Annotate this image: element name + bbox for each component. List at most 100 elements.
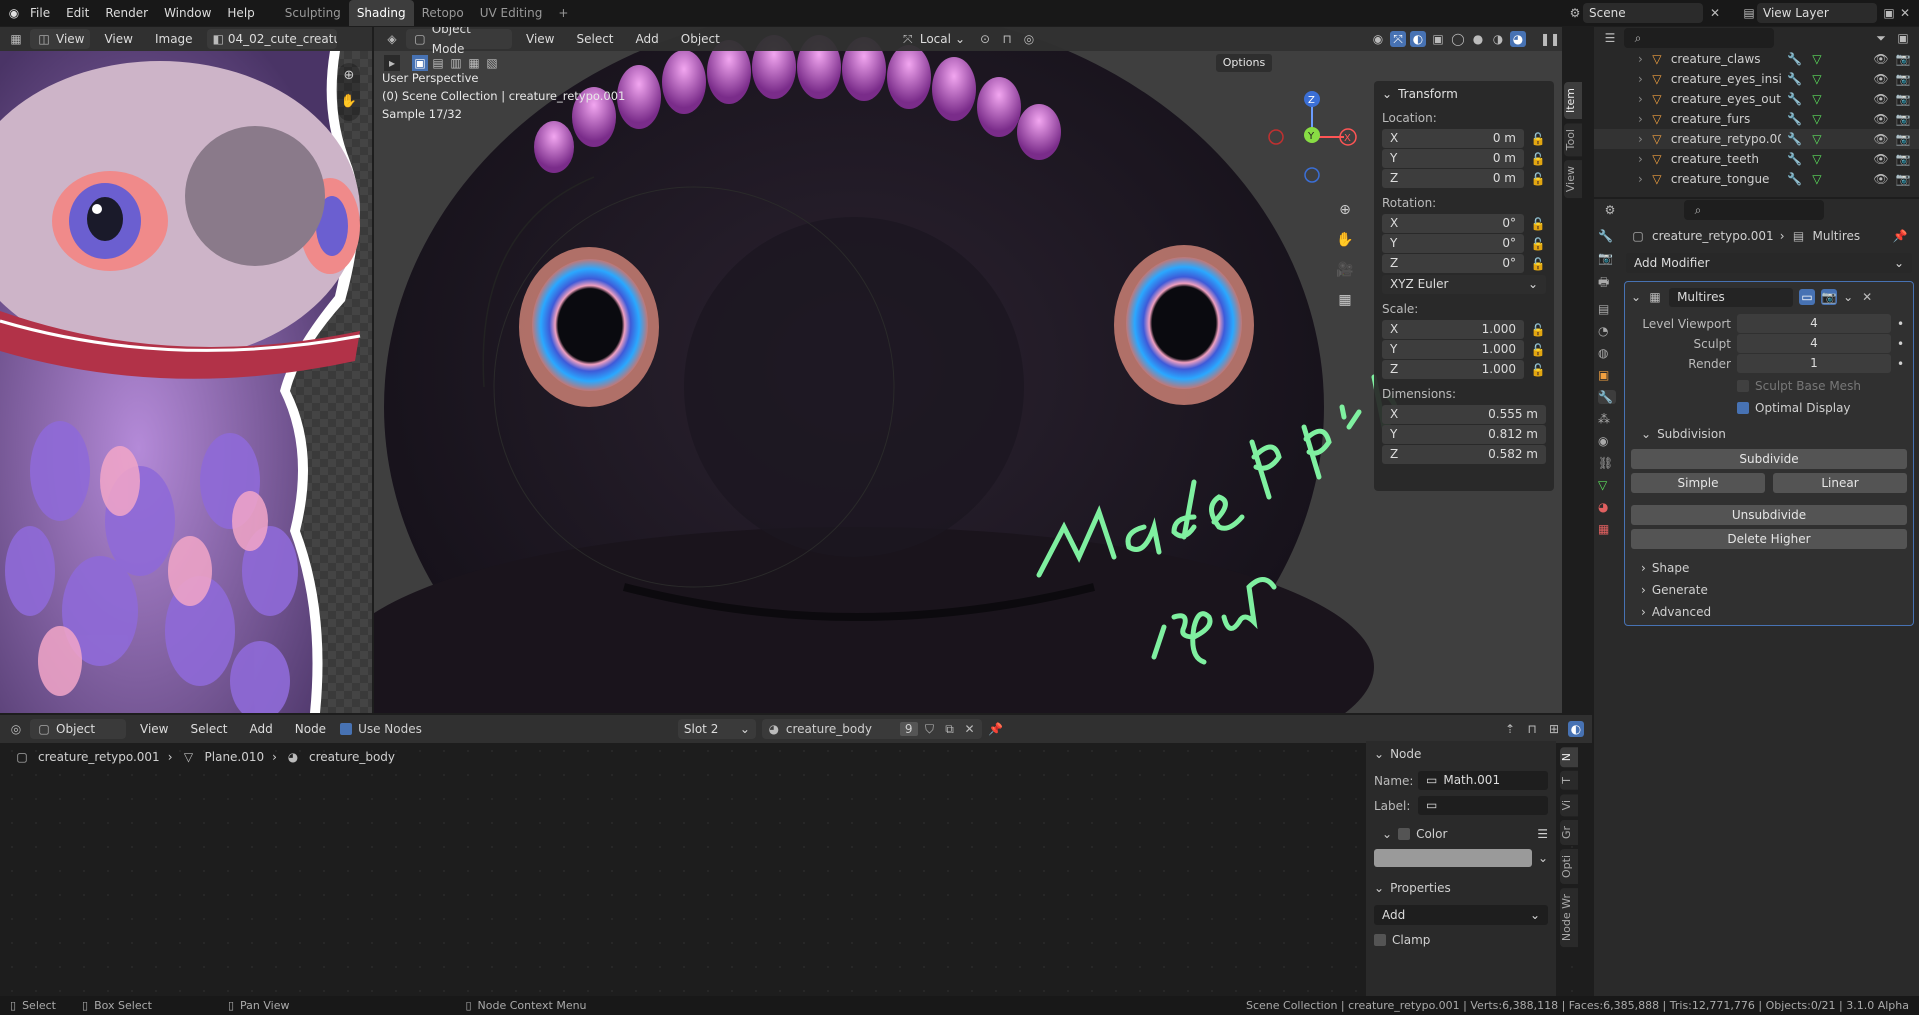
transform-orientation-dropdown[interactable]: ⤧ Local ⌄	[894, 29, 971, 49]
location-y-field[interactable]: Y 0 m	[1382, 149, 1524, 168]
viewport-menu-view[interactable]: View	[518, 27, 562, 52]
new-layer-icon[interactable]: ▣	[1881, 5, 1897, 21]
rotation-y-field[interactable]: Y 0°	[1382, 234, 1524, 253]
tab-node-wrangler[interactable]: Node Wr	[1560, 888, 1578, 948]
pan-hand-icon[interactable]: ✋	[338, 89, 360, 115]
duplicate-icon[interactable]: ⧉	[942, 721, 958, 737]
add-workspace-button[interactable]: +	[550, 0, 576, 26]
lock-icon[interactable]: 🔓	[1530, 322, 1546, 338]
proportional-edit-icon[interactable]: ◎	[1021, 31, 1037, 47]
outliner-row[interactable]: › ▽ creature_claws 🔧 ▽ 👁 📷	[1594, 49, 1919, 69]
lock-icon[interactable]: 🔓	[1530, 216, 1546, 232]
menu-file[interactable]: File	[22, 0, 58, 26]
keyframe-dot-icon[interactable]: •	[1897, 317, 1907, 331]
math-operation-dropdown[interactable]: Add ⌄	[1374, 905, 1548, 925]
chevron-right-icon[interactable]: ›	[1641, 583, 1646, 597]
close-icon[interactable]: ✕	[962, 721, 978, 737]
chevron-down-icon[interactable]: ⌄	[1382, 827, 1392, 841]
keyframe-dot-icon[interactable]: •	[1897, 357, 1907, 371]
node-menu-node[interactable]: Node	[287, 716, 334, 742]
properties-search[interactable]: ⌕	[1684, 200, 1824, 220]
view-mode-dropdown[interactable]: ◫ View	[30, 29, 91, 49]
pin-icon[interactable]: 📌	[1892, 228, 1908, 244]
lock-icon[interactable]: 🔓	[1530, 131, 1546, 147]
tab-options[interactable]: Opti	[1560, 849, 1578, 885]
fake-user-icon[interactable]: ⛉	[922, 721, 938, 737]
visibility-icon[interactable]: ◉	[1370, 31, 1386, 47]
world-tab-icon[interactable]: ◍	[1598, 346, 1616, 360]
tab-tool[interactable]: T	[1560, 771, 1578, 790]
editor-type-icon[interactable]: ◈	[384, 31, 400, 47]
node-menu-select[interactable]: Select	[182, 716, 235, 742]
shading-rendered-icon[interactable]: ◕	[1510, 31, 1526, 47]
node-color-checkbox[interactable]	[1398, 828, 1411, 840]
tab-view[interactable]: Vi	[1560, 793, 1578, 817]
node-label-field[interactable]: ▭	[1418, 796, 1548, 815]
camera-icon[interactable]: 📷	[1895, 111, 1911, 127]
chevron-down-icon[interactable]: ⌄	[1374, 881, 1384, 895]
camera-icon[interactable]: 📷	[1895, 71, 1911, 87]
scene-selector[interactable]: Scene	[1583, 3, 1703, 23]
node-color-swatch[interactable]	[1374, 849, 1532, 867]
data-tab-icon[interactable]: ▽	[1598, 478, 1616, 492]
subdivision-header[interactable]: Subdivision	[1657, 427, 1726, 441]
filter-icon[interactable]: ⏷	[1873, 30, 1889, 46]
gizmo-toggle-icon[interactable]: ⤧	[1390, 31, 1406, 47]
rotation-mode-dropdown[interactable]: XYZ Euler ⌄	[1382, 275, 1546, 294]
add-modifier-dropdown[interactable]: Add Modifier ⌄	[1626, 253, 1912, 273]
shape-header[interactable]: Shape	[1652, 561, 1690, 575]
shader-editor[interactable]: ◎ ▢ Object View Select Add Node Use Nodes…	[0, 715, 1592, 996]
editor-type-icon[interactable]: ▦	[8, 31, 24, 47]
options-button[interactable]: Options	[1216, 54, 1272, 72]
dimensions-z-field[interactable]: Z 0.582 m	[1382, 445, 1546, 464]
clamp-checkbox[interactable]	[1374, 934, 1386, 946]
delete-higher-button[interactable]: Delete Higher	[1631, 529, 1907, 549]
tab-sculpting[interactable]: Sculpting	[277, 0, 349, 26]
modifier-name-field[interactable]: Multires	[1669, 287, 1794, 307]
show-render-icon[interactable]: 📷	[1821, 289, 1838, 305]
viewport-menu-add[interactable]: Add	[628, 27, 667, 52]
tab-node[interactable]: N	[1560, 747, 1578, 768]
camera-icon[interactable]: 📷	[1895, 131, 1911, 147]
remove-layer-icon[interactable]: ✕	[1897, 5, 1913, 21]
use-nodes-checkbox[interactable]	[340, 723, 353, 735]
tab-retopo[interactable]: Retopo	[414, 0, 472, 26]
eye-icon[interactable]: 👁	[1873, 171, 1889, 187]
node-menu-view[interactable]: View	[132, 716, 176, 742]
outliner-row[interactable]: › ▽ creature_furs 🔧 ▽ 👁 📷	[1594, 109, 1919, 129]
render-level-field[interactable]: 1	[1737, 354, 1891, 373]
tab-group[interactable]: Gr	[1560, 820, 1578, 846]
rotation-x-field[interactable]: X 0°	[1382, 214, 1524, 233]
chevron-right-icon[interactable]: ›	[1638, 72, 1643, 86]
lock-icon[interactable]: 🔓	[1530, 256, 1546, 272]
outliner-row[interactable]: › ▽ creature_eyes_inside 🔧 ▽ 👁 📷	[1594, 69, 1919, 89]
chevron-right-icon[interactable]: ›	[1638, 92, 1643, 106]
modifier-tab-icon[interactable]: 🔧	[1598, 390, 1616, 404]
menu-render[interactable]: Render	[97, 0, 156, 26]
close-icon[interactable]: ✕	[1707, 5, 1723, 21]
chevron-down-icon[interactable]: ⌄	[1843, 290, 1853, 304]
chevron-right-icon[interactable]: ›	[1638, 172, 1643, 186]
lock-icon[interactable]: 🔓	[1530, 171, 1546, 187]
snap-mode-icon[interactable]: ⊞	[1546, 721, 1562, 737]
shading-wireframe-icon[interactable]: ◯	[1450, 31, 1466, 47]
lock-icon[interactable]: 🔓	[1530, 236, 1546, 252]
object-tab-icon[interactable]: ▣	[1598, 368, 1616, 382]
chevron-right-icon[interactable]: ›	[1638, 52, 1643, 66]
eye-icon[interactable]: 👁	[1873, 131, 1889, 147]
scene-tab-icon[interactable]: ◔	[1598, 324, 1616, 338]
optimal-display-checkbox[interactable]	[1737, 402, 1749, 414]
tab-tool[interactable]: Tool	[1564, 123, 1582, 157]
chevron-down-icon[interactable]: ⌄	[1631, 290, 1641, 304]
tool-tab-icon[interactable]: 🔧	[1598, 229, 1616, 243]
dimensions-x-field[interactable]: X 0.555 m	[1382, 405, 1546, 424]
viewport-menu-select[interactable]: Select	[568, 27, 621, 52]
image-menu-view[interactable]: View	[96, 27, 140, 52]
chevron-down-icon[interactable]: ⌄	[1382, 87, 1392, 101]
snap-icon[interactable]: ⊓	[1524, 721, 1540, 737]
view-layer-tab-icon[interactable]: ▤	[1598, 302, 1616, 316]
sculpt-base-mesh-checkbox[interactable]	[1737, 380, 1749, 392]
sculpt-level-field[interactable]: 4	[1737, 334, 1891, 353]
eye-icon[interactable]: 👁	[1873, 111, 1889, 127]
close-icon[interactable]: ✕	[1859, 289, 1875, 305]
